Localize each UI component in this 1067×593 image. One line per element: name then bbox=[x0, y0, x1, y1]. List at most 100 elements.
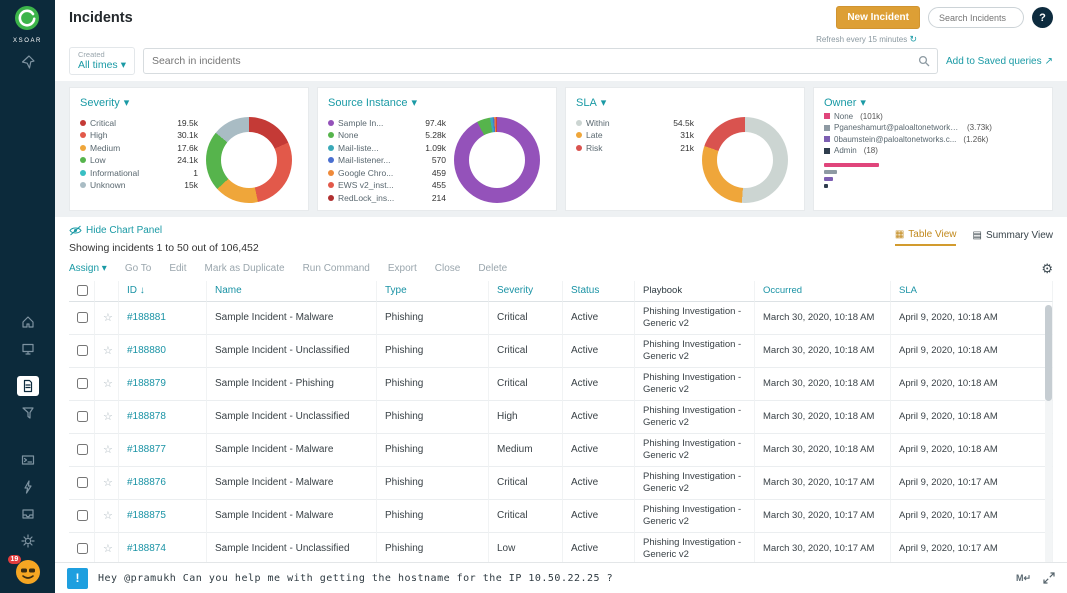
legend-item-informational[interactable]: Informational1 bbox=[80, 168, 198, 178]
star-icon[interactable]: ☆ bbox=[103, 410, 113, 423]
row-checkbox[interactable] bbox=[77, 477, 88, 488]
toolbar-mark-as-duplicate-button[interactable]: Mark as Duplicate bbox=[205, 263, 285, 274]
user-avatar[interactable]: 19 bbox=[15, 559, 41, 585]
row-checkbox[interactable] bbox=[77, 345, 88, 356]
source-instance-filter-dropdown[interactable]: Source Instance ▾ bbox=[328, 96, 546, 109]
table-scrollbar[interactable] bbox=[1045, 305, 1052, 562]
legend-item-ews-v2-inst[interactable]: EWS v2_inst...455 bbox=[328, 180, 446, 190]
column-header-severity[interactable]: Severity bbox=[489, 281, 563, 302]
toolbar-edit-button[interactable]: Edit bbox=[169, 263, 186, 274]
legend-item-within[interactable]: Within54.5k bbox=[576, 118, 694, 128]
table-view-tab[interactable]: ▦ Table View bbox=[895, 229, 957, 246]
table-row[interactable]: ☆#188874Sample Incident - UnclassifiedPh… bbox=[69, 533, 1053, 562]
settings-icon[interactable] bbox=[17, 531, 39, 551]
incident-id-link[interactable]: #188875 bbox=[127, 510, 166, 521]
filters-icon[interactable] bbox=[17, 403, 39, 423]
row-checkbox[interactable] bbox=[77, 312, 88, 323]
search-in-incidents-input[interactable] bbox=[143, 48, 938, 74]
star-icon[interactable]: ☆ bbox=[103, 311, 113, 324]
legend-item-high[interactable]: High30.1k bbox=[80, 130, 198, 140]
incident-id-link[interactable]: #188874 bbox=[127, 543, 166, 554]
star-icon[interactable]: ☆ bbox=[103, 476, 113, 489]
inbox-icon[interactable] bbox=[17, 504, 39, 524]
legend-item-low[interactable]: Low24.1k bbox=[80, 155, 198, 165]
legend-item-none[interactable]: None(101k) bbox=[824, 112, 1042, 121]
row-checkbox[interactable] bbox=[77, 510, 88, 521]
legend-item-mail-listener[interactable]: Mail-listener...570 bbox=[328, 155, 446, 165]
column-header-type[interactable]: Type bbox=[377, 281, 489, 302]
legend-item-medium[interactable]: Medium17.6k bbox=[80, 143, 198, 153]
legend-item-pganeshamurt-paloaltonetworks-c[interactable]: Pganeshamurt@paloaltonetworks.c...(3.73k… bbox=[824, 123, 1042, 132]
toolbar-go-to-button[interactable]: Go To bbox=[125, 263, 152, 274]
legend-item-admin[interactable]: Admin(18) bbox=[824, 146, 1042, 155]
column-header-occurred[interactable]: Occurred bbox=[755, 281, 891, 302]
incidents-icon[interactable] bbox=[17, 376, 39, 396]
pin-icon[interactable] bbox=[17, 52, 39, 72]
column-header-name[interactable]: Name bbox=[207, 281, 377, 302]
xsoar-logo[interactable]: XSOAR bbox=[13, 5, 42, 44]
legend-item-risk[interactable]: Risk21k bbox=[576, 143, 694, 153]
owner-filter-dropdown[interactable]: Owner ▾ bbox=[824, 96, 1042, 109]
severity-donut-chart[interactable] bbox=[206, 117, 292, 203]
automation-icon[interactable] bbox=[17, 477, 39, 497]
legend-item-0baumstein-paloaltonetworks-c[interactable]: 0baumstein@paloaltonetworks.c...(1.26k) bbox=[824, 135, 1042, 144]
table-row[interactable]: ☆#188876Sample Incident - MalwarePhishin… bbox=[69, 467, 1053, 500]
column-header-status[interactable]: Status bbox=[563, 281, 635, 302]
expand-icon[interactable] bbox=[1043, 572, 1055, 584]
incident-id-link[interactable]: #188876 bbox=[127, 477, 166, 488]
legend-item-late[interactable]: Late31k bbox=[576, 130, 694, 140]
home-icon[interactable] bbox=[17, 312, 39, 332]
search-icon[interactable] bbox=[918, 55, 930, 67]
created-time-filter[interactable]: Created All times ▾ bbox=[69, 47, 135, 75]
star-icon[interactable]: ☆ bbox=[103, 509, 113, 522]
toolbar-export-button[interactable]: Export bbox=[388, 263, 417, 274]
table-row[interactable]: ☆#188879Sample Incident - PhishingPhishi… bbox=[69, 368, 1053, 401]
command-prefix-button[interactable]: ! bbox=[67, 568, 88, 589]
incident-id-link[interactable]: #188881 bbox=[127, 312, 166, 323]
legend-item-none[interactable]: None5.28k bbox=[328, 130, 446, 140]
legend-item-unknown[interactable]: Unknown15k bbox=[80, 180, 198, 190]
incident-id-link[interactable]: #188877 bbox=[127, 444, 166, 455]
star-icon[interactable]: ☆ bbox=[103, 377, 113, 390]
column-header-playbook[interactable]: Playbook bbox=[635, 281, 755, 302]
sla-donut-chart[interactable] bbox=[702, 117, 788, 203]
refresh-interval-control[interactable]: Refresh every 15 minutes ↻ bbox=[816, 34, 917, 45]
legend-item-critical[interactable]: Critical19.5k bbox=[80, 118, 198, 128]
star-icon[interactable]: ☆ bbox=[103, 344, 113, 357]
legend-item-sample-in[interactable]: Sample In...97.4k bbox=[328, 118, 446, 128]
toolbar-delete-button[interactable]: Delete bbox=[478, 263, 507, 274]
scrollbar-thumb[interactable] bbox=[1045, 305, 1052, 401]
table-row[interactable]: ☆#188875Sample Incident - MalwarePhishin… bbox=[69, 500, 1053, 533]
select-all-checkbox[interactable] bbox=[77, 285, 88, 296]
search-incidents-input[interactable] bbox=[928, 7, 1024, 28]
table-row[interactable]: ☆#188877Sample Incident - MalwarePhishin… bbox=[69, 434, 1053, 467]
source-instance-donut-chart[interactable] bbox=[454, 117, 540, 203]
summary-view-tab[interactable]: ▤ Summary View bbox=[972, 229, 1053, 246]
star-icon[interactable]: ☆ bbox=[103, 542, 113, 555]
sla-filter-dropdown[interactable]: SLA ▾ bbox=[576, 96, 794, 109]
star-icon[interactable]: ☆ bbox=[103, 443, 113, 456]
add-saved-queries-link[interactable]: Add to Saved queries ↗ bbox=[946, 56, 1053, 67]
row-checkbox[interactable] bbox=[77, 543, 88, 554]
incident-id-link[interactable]: #188880 bbox=[127, 345, 166, 356]
owner-bar-chart[interactable] bbox=[824, 163, 1042, 188]
table-row[interactable]: ☆#188881Sample Incident - MalwarePhishin… bbox=[69, 302, 1053, 335]
toolbar-run-command-button[interactable]: Run Command bbox=[303, 263, 370, 274]
table-settings-gear-icon[interactable]: ⚙ bbox=[1041, 262, 1053, 275]
toolbar-close-button[interactable]: Close bbox=[435, 263, 461, 274]
legend-item-google-chro[interactable]: Google Chro...459 bbox=[328, 168, 446, 178]
legend-item-mail-liste[interactable]: Mail-liste...1.09k bbox=[328, 143, 446, 153]
severity-filter-dropdown[interactable]: Severity ▾ bbox=[80, 96, 298, 109]
row-checkbox[interactable] bbox=[77, 378, 88, 389]
new-incident-button[interactable]: New Incident bbox=[836, 6, 920, 29]
hide-chart-panel-link[interactable]: Hide Chart Panel bbox=[69, 225, 259, 236]
column-header-sla[interactable]: SLA bbox=[891, 281, 1053, 302]
help-button[interactable]: ? bbox=[1032, 7, 1053, 28]
terminal-icon[interactable] bbox=[17, 450, 39, 470]
markdown-toggle-icon[interactable]: M↵ bbox=[1016, 573, 1031, 584]
table-row[interactable]: ☆#188880Sample Incident - UnclassifiedPh… bbox=[69, 335, 1053, 368]
incident-id-link[interactable]: #188878 bbox=[127, 411, 166, 422]
dashboards-icon[interactable] bbox=[17, 339, 39, 359]
column-header-id[interactable]: ID ↓ bbox=[119, 281, 207, 302]
command-input[interactable]: Hey @pramukh Can you help me with gettin… bbox=[98, 573, 613, 584]
